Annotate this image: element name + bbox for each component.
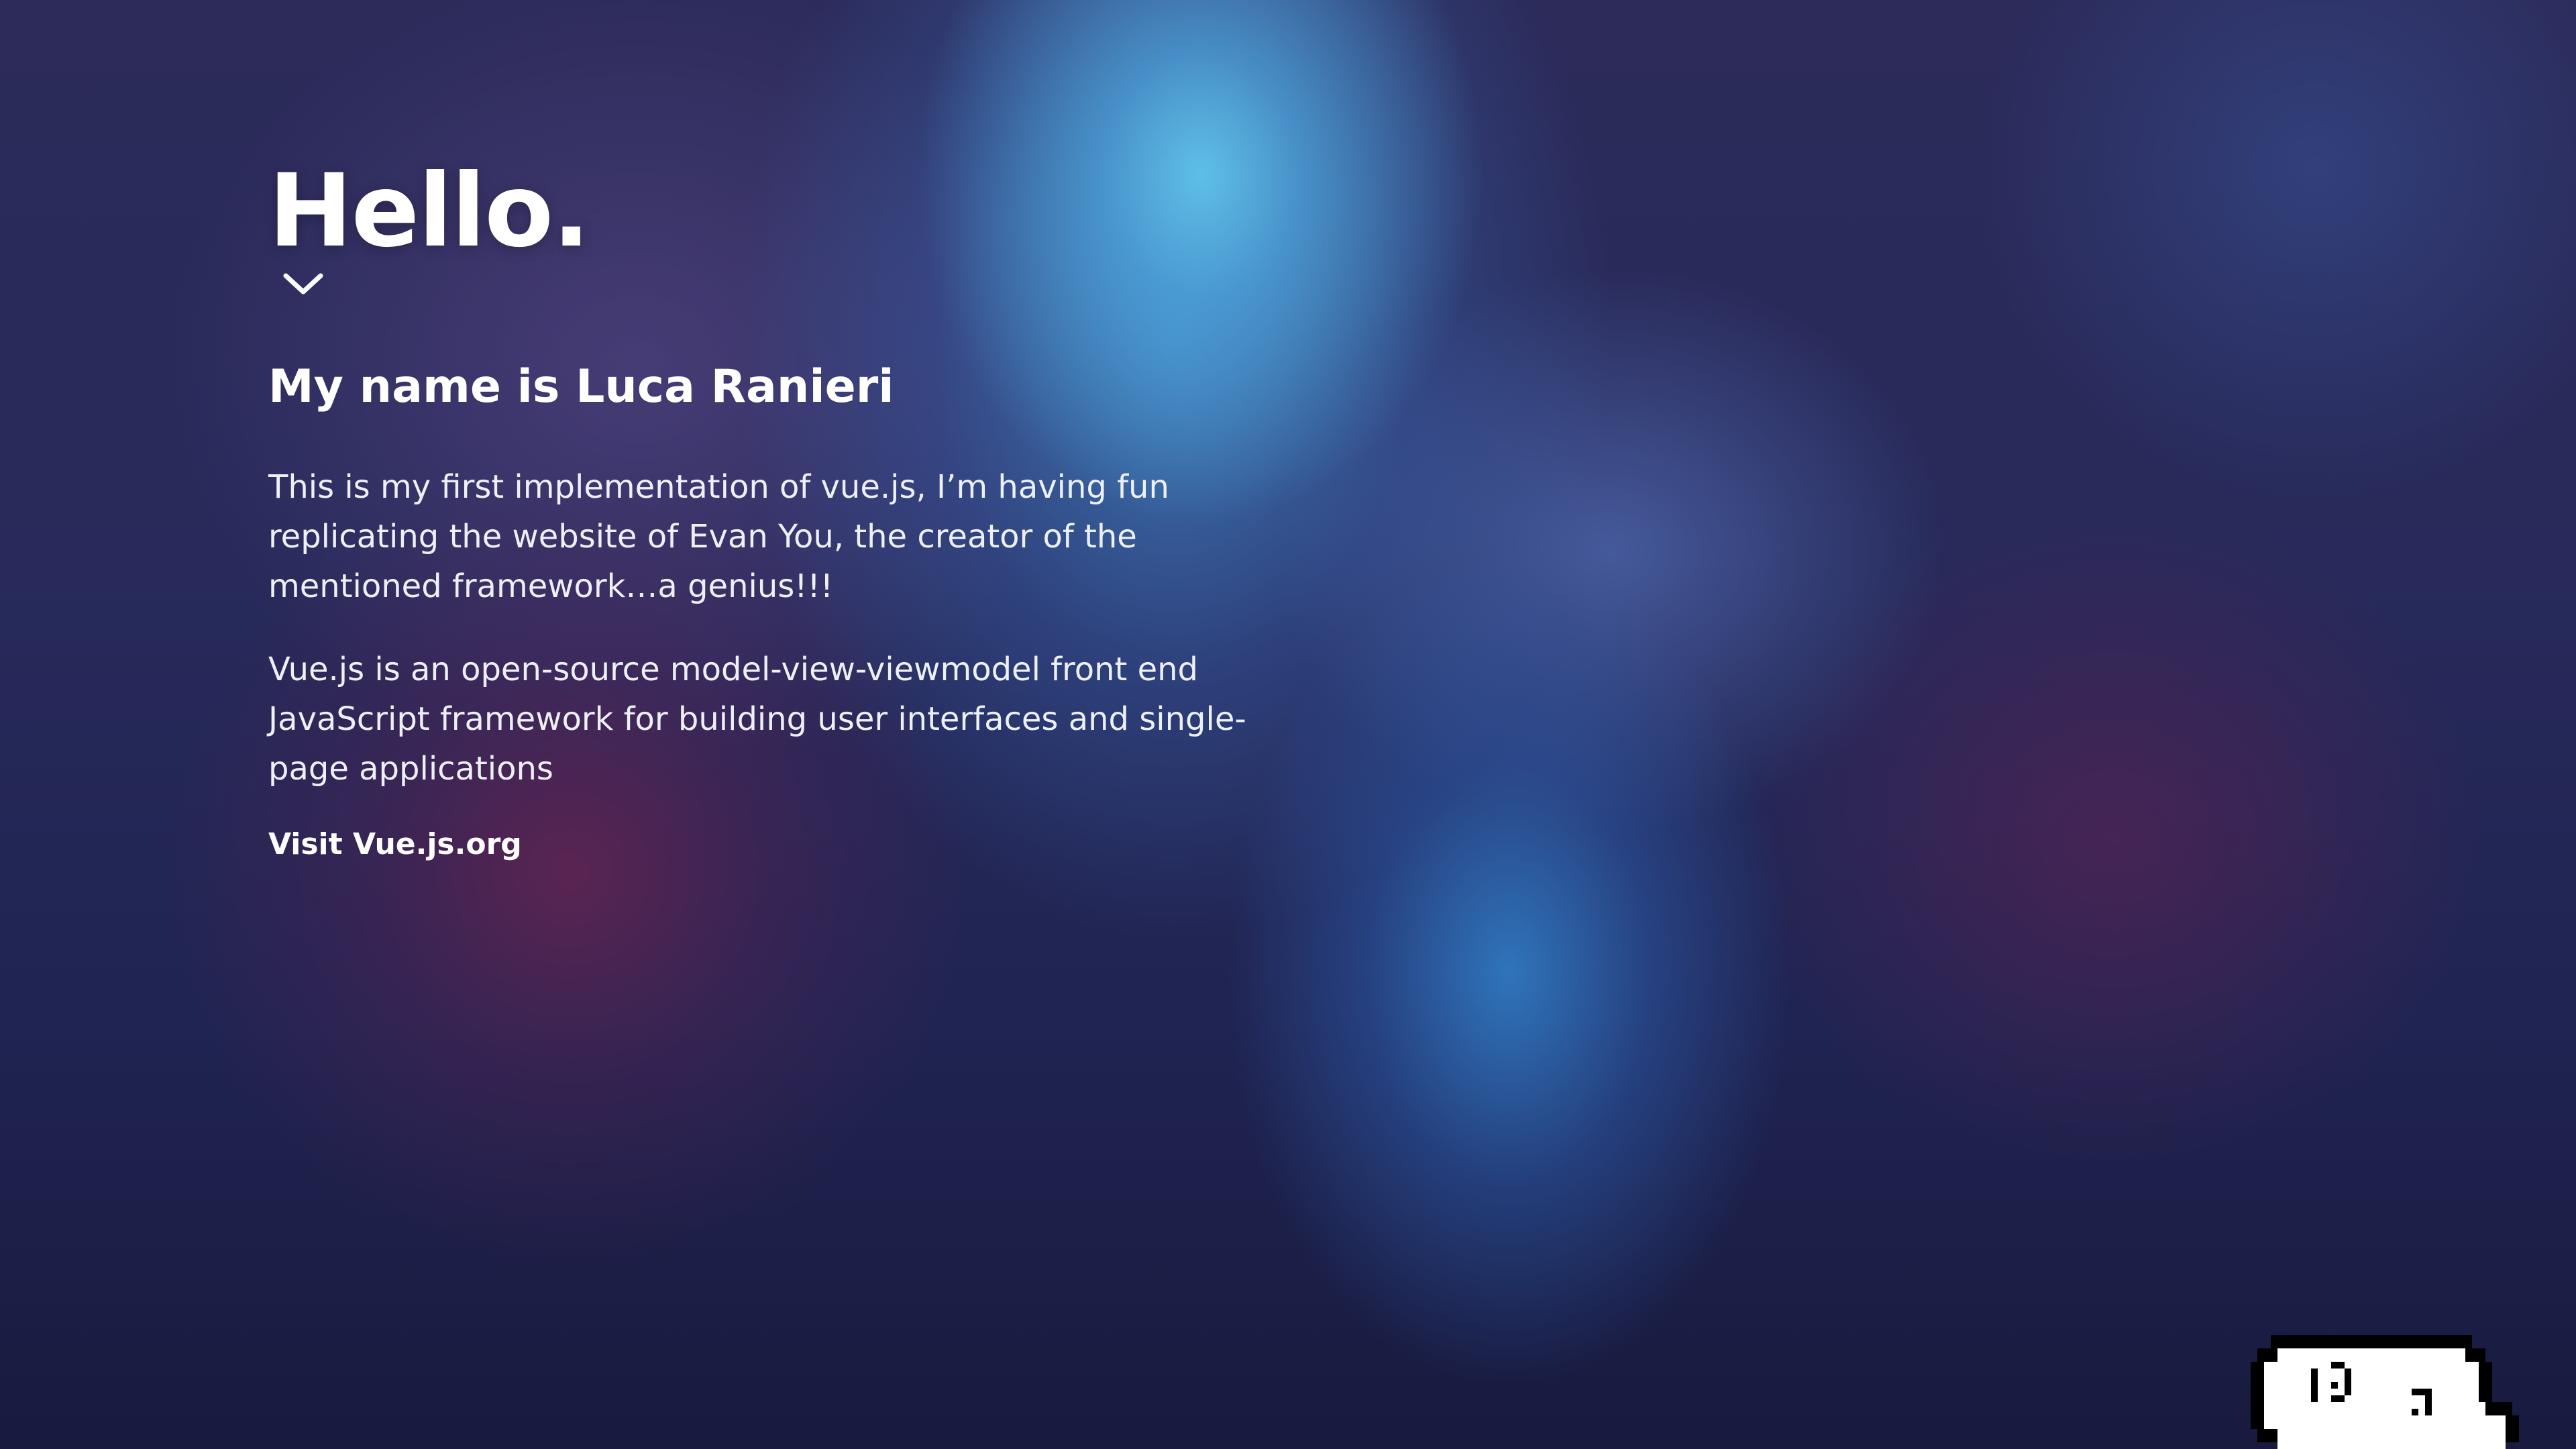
intro-heading: My name is Luca Ranieri [268, 360, 894, 413]
visit-vue-link[interactable]: Visit Vue.js.org [268, 824, 522, 865]
greeting-title: Hello. [268, 153, 590, 270]
chevron-down-icon[interactable] [282, 270, 325, 297]
hero-section: Hello. My name is Luca Ranieri This is m… [268, 151, 1275, 865]
pixel-ghost-icon[interactable] [2251, 1335, 2519, 1449]
vue-description-paragraph: Vue.js is an open-source model-view-view… [268, 651, 1246, 788]
intro-paragraph: This is my first implementation of vue.j… [268, 468, 1169, 605]
